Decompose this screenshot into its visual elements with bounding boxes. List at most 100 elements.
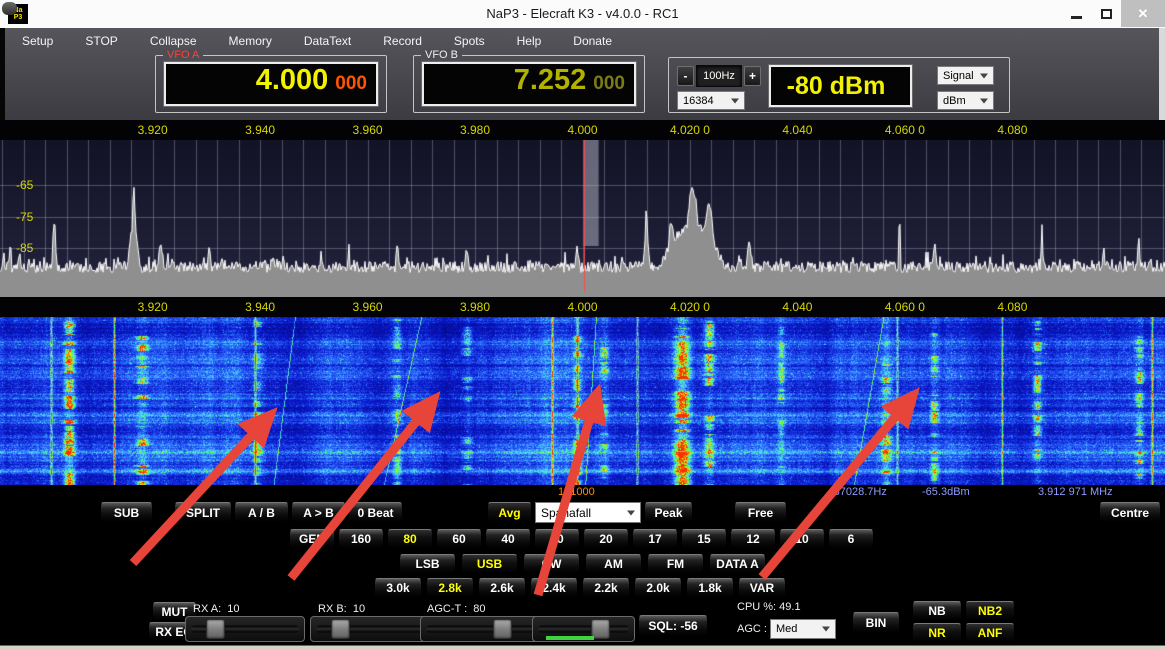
- status-bar: 191000 -87028.7Hz -65.3dBm 3.912 971 MHz: [0, 485, 1165, 499]
- filter-button-var[interactable]: VAR: [738, 578, 786, 598]
- frequency-scale-top[interactable]: 3.9203.9403.9603.9804.0004.020 04.0404.0…: [0, 120, 1165, 140]
- close-button[interactable]: ✕: [1121, 0, 1165, 27]
- minimize-button[interactable]: [1061, 0, 1091, 27]
- menu-item-memory[interactable]: Memory: [225, 33, 276, 49]
- band-button-160[interactable]: 160: [338, 529, 384, 549]
- menu-item-datatext[interactable]: DataText: [300, 33, 355, 49]
- mode-button-dataa[interactable]: DATA A: [709, 554, 766, 574]
- peak-button[interactable]: Peak: [644, 502, 693, 523]
- filter-button-2.0k[interactable]: 2.0k: [634, 578, 682, 598]
- mode-button-fm[interactable]: FM: [647, 554, 704, 574]
- menu-item-record[interactable]: Record: [379, 33, 426, 49]
- band-button-30[interactable]: 30: [534, 529, 580, 549]
- vfo-a-group: VFO A 4.000 000: [155, 55, 387, 113]
- sub-button[interactable]: SUB: [100, 502, 153, 523]
- freq-scale-label: 4.040: [782, 300, 812, 314]
- filter-button-3.0k[interactable]: 3.0k: [374, 578, 422, 598]
- nr-button[interactable]: NR: [912, 623, 962, 643]
- waterfall-canvas[interactable]: [0, 317, 1165, 485]
- band-button-17[interactable]: 17: [632, 529, 678, 549]
- frequency-scale-bottom[interactable]: 3.9203.9403.9603.9804.0004.020 04.0404.0…: [0, 297, 1165, 317]
- split-button[interactable]: SPLIT: [174, 502, 232, 523]
- rx-b-gain-slider[interactable]: [310, 616, 430, 642]
- db-scale-label: -85: [16, 241, 33, 255]
- menu-item-setup[interactable]: Setup: [18, 33, 57, 49]
- freq-scale-label: 4.080: [997, 300, 1027, 314]
- step-down-button[interactable]: -: [677, 66, 694, 86]
- meter-unit-select[interactable]: dBm: [937, 91, 994, 110]
- band-button-15[interactable]: 15: [681, 529, 727, 549]
- mode-button-lsb[interactable]: LSB: [399, 554, 456, 574]
- free-button[interactable]: Free: [734, 502, 787, 523]
- a-b-swap-button[interactable]: A / B: [234, 502, 289, 523]
- vfo-a-hz: 000: [335, 73, 367, 95]
- window-title: NaP3 - Elecraft K3 - v4.0.0 - RC1: [0, 6, 1165, 21]
- centre-button[interactable]: Centre: [1099, 502, 1161, 523]
- filter-button-2.8k[interactable]: 2.8k: [426, 578, 474, 598]
- nb-button[interactable]: NB: [912, 601, 962, 621]
- meter-mode-value: Signal: [943, 70, 974, 82]
- bin-button[interactable]: BIN: [852, 612, 900, 634]
- maximize-button[interactable]: [1091, 0, 1121, 27]
- display-mode-select[interactable]: Spanafall: [535, 502, 641, 523]
- db-scale-label: -65: [16, 178, 33, 192]
- filter-button-1.8k[interactable]: 1.8k: [686, 578, 734, 598]
- band-button-80[interactable]: 80: [387, 529, 433, 549]
- tuning-group: - 100Hz + 16384 -80 dBm Signal dBm: [668, 57, 1010, 113]
- a-to-b-button[interactable]: A > B: [291, 502, 346, 523]
- band-button-gen[interactable]: GEN: [289, 529, 335, 549]
- slider-thumb[interactable]: [331, 619, 350, 639]
- band-button-6[interactable]: 6: [828, 529, 874, 549]
- minimize-icon: [1071, 16, 1082, 19]
- squelch-level-bar: [546, 636, 594, 640]
- filter-button-2.4k[interactable]: 2.4k: [530, 578, 578, 598]
- freq-scale-label: 4.080: [997, 123, 1027, 137]
- squelch-slider[interactable]: [532, 616, 635, 642]
- display-mode-value: Spanafall: [541, 506, 591, 520]
- vfo-b-group: VFO B 7.252 000: [413, 55, 645, 113]
- meter-unit-value: dBm: [943, 95, 966, 107]
- menu-item-spots[interactable]: Spots: [450, 33, 489, 49]
- dropdown-arrow-icon: [980, 98, 988, 103]
- menu-item-donate[interactable]: Donate: [569, 33, 616, 49]
- filter-button-2.6k[interactable]: 2.6k: [478, 578, 526, 598]
- band-button-12[interactable]: 12: [730, 529, 776, 549]
- freq-scale-label: 4.060 0: [885, 123, 925, 137]
- nap3-window: Na P3 NaP3 - Elecraft K3 - v4.0.0 - RC1 …: [0, 0, 1165, 650]
- meter-mode-select[interactable]: Signal: [937, 66, 994, 85]
- menu-item-help[interactable]: Help: [513, 33, 546, 49]
- band-button-20[interactable]: 20: [583, 529, 629, 549]
- menu-item-stop[interactable]: STOP: [81, 33, 121, 49]
- slider-thumb[interactable]: [493, 619, 512, 639]
- band-button-40[interactable]: 40: [485, 529, 531, 549]
- vfo-a-label: VFO A: [163, 49, 203, 61]
- band-button-60[interactable]: 60: [436, 529, 482, 549]
- agc-t-slider[interactable]: [420, 616, 540, 642]
- span-scrollbar-thumb[interactable]: [2, 2, 17, 15]
- fft-size-select[interactable]: 16384: [677, 91, 745, 110]
- squelch-button[interactable]: SQL: -56: [638, 615, 708, 637]
- dropdown-arrow-icon: [627, 510, 635, 515]
- step-up-button[interactable]: +: [744, 66, 761, 86]
- filter-button-2.2k[interactable]: 2.2k: [582, 578, 630, 598]
- vfo-a-display[interactable]: 4.000 000: [164, 62, 378, 106]
- band-button-10[interactable]: 10: [779, 529, 825, 549]
- signal-meter-value: -80 dBm: [787, 72, 886, 101]
- zero-beat-button[interactable]: 0 Beat: [348, 502, 403, 523]
- status-delta-hz: -87028.7Hz: [830, 486, 887, 498]
- vfo-b-display[interactable]: 7.252 000: [422, 62, 636, 106]
- spectrum-panel[interactable]: -65-75-85: [0, 140, 1165, 297]
- mode-button-cw[interactable]: CW: [523, 554, 580, 574]
- rx-a-gain-slider[interactable]: [185, 616, 305, 642]
- mode-button-am[interactable]: AM: [585, 554, 642, 574]
- avg-button[interactable]: Avg: [487, 502, 532, 523]
- mode-button-usb[interactable]: USB: [461, 554, 518, 574]
- slider-thumb[interactable]: [206, 619, 225, 639]
- mode-row: LSBUSBCWAMFMDATA A: [399, 554, 766, 574]
- nb2-button[interactable]: NB2: [965, 601, 1015, 621]
- anf-button[interactable]: ANF: [965, 623, 1015, 643]
- spectrum-canvas[interactable]: [0, 140, 1165, 297]
- agc-mode-label: AGC :: [737, 623, 767, 635]
- agc-mode-select[interactable]: Med: [770, 619, 836, 639]
- menu-item-collapse[interactable]: Collapse: [146, 33, 201, 49]
